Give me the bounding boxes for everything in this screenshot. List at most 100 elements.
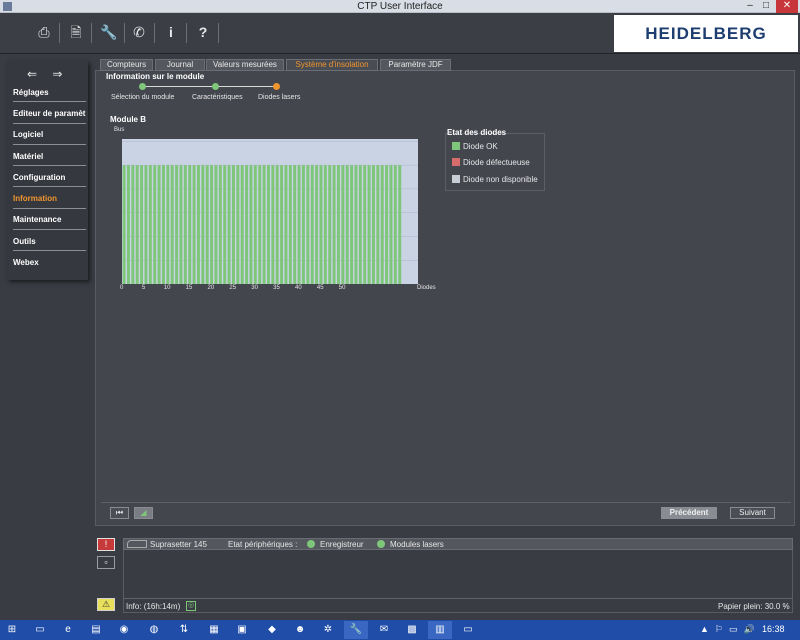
diode-bar[interactable] — [210, 165, 214, 284]
diode-bar[interactable] — [293, 165, 297, 284]
first-page-icon[interactable]: ⏮ — [110, 507, 129, 519]
diode-bar[interactable] — [148, 165, 152, 284]
step-dot-current[interactable] — [273, 83, 280, 90]
diode-bar[interactable] — [249, 165, 253, 284]
volume-icon[interactable]: 🔊 — [744, 624, 761, 634]
diode-bar[interactable] — [284, 165, 288, 284]
diode-bar[interactable] — [183, 165, 187, 284]
tab-parametre-jdf[interactable]: Paramètre JDF — [380, 59, 451, 71]
diode-bar[interactable] — [258, 165, 262, 284]
diode-bar[interactable] — [253, 165, 257, 284]
back-arrow-icon[interactable]: ⇐ — [27, 67, 37, 81]
diode-bar[interactable] — [205, 165, 209, 284]
tab-compteurs[interactable]: Compteurs — [100, 59, 153, 71]
step-label-diodes-lasers[interactable]: Diodes lasers — [258, 94, 300, 101]
step-label-caracteristiques[interactable]: Caractéristiques — [192, 94, 243, 101]
wrench-icon[interactable]: 🔧 — [98, 21, 120, 43]
windows-start-icon[interactable]: ⊞ — [0, 621, 24, 639]
tray-expand-icon[interactable]: ▲ — [700, 624, 715, 634]
network-icon[interactable]: ✲ — [316, 621, 340, 639]
diode-bar[interactable] — [371, 165, 375, 284]
warning-icon[interactable]: ⚠ — [97, 598, 115, 611]
diode-bar[interactable] — [157, 165, 161, 284]
sidebar-item-webex[interactable]: Webex — [13, 257, 86, 269]
diode-bar[interactable] — [236, 165, 240, 284]
diode-bar[interactable] — [328, 165, 332, 284]
diode-bar[interactable] — [192, 165, 196, 284]
folder-icon[interactable]: ▤ — [84, 621, 108, 639]
refresh-icon[interactable]: ◎ — [186, 601, 196, 611]
firefox-icon[interactable]: ◍ — [142, 621, 166, 639]
diode-bar[interactable] — [135, 165, 139, 284]
maximize-button[interactable]: □ — [758, 0, 774, 13]
diode-bar[interactable] — [201, 165, 205, 284]
wrench-taskbar-icon[interactable]: 🔧 — [344, 621, 368, 639]
diode-bar[interactable] — [271, 165, 275, 284]
diode-bar[interactable] — [170, 165, 174, 284]
diode-bar[interactable] — [179, 165, 183, 284]
diode-bar[interactable] — [280, 165, 284, 284]
document-ab-icon[interactable]: 🗎 — [65, 21, 87, 43]
chart-view-icon[interactable]: ◢ — [134, 507, 153, 519]
sidebar-item-editeur-parametres[interactable]: Editeur de paramètres — [13, 108, 86, 120]
phone-icon[interactable]: ✆ — [128, 21, 150, 43]
diode-bar[interactable] — [275, 165, 279, 284]
flag-icon[interactable]: ⚐ — [715, 624, 729, 634]
diode-bar[interactable] — [354, 165, 358, 284]
sidebar-item-information[interactable]: Information — [13, 193, 86, 205]
help-icon[interactable]: ? — [192, 21, 214, 43]
diode-bar[interactable] — [126, 165, 130, 284]
notepad-icon[interactable]: ▦ — [202, 621, 226, 639]
terminal-icon[interactable]: ▭ — [28, 621, 52, 639]
diode-bar[interactable] — [306, 165, 310, 284]
diode-bar[interactable] — [262, 165, 266, 284]
diode-bar[interactable] — [161, 165, 165, 284]
diode-bar[interactable] — [188, 165, 192, 284]
diode-bar[interactable] — [389, 165, 393, 284]
diode-bar[interactable] — [144, 165, 148, 284]
diode-bar[interactable] — [398, 165, 402, 284]
diode-bar[interactable] — [218, 165, 222, 284]
pdf-icon[interactable]: ◆ — [260, 621, 284, 639]
diode-bar[interactable] — [393, 165, 397, 284]
screen-icon[interactable]: ▭ — [456, 621, 480, 639]
diode-bar[interactable] — [376, 165, 380, 284]
sidebar-item-materiel[interactable]: Matériel — [13, 151, 86, 163]
diode-bar[interactable] — [223, 165, 227, 284]
diode-bar[interactable] — [315, 165, 319, 284]
app-icon-2[interactable]: ▩ — [400, 621, 424, 639]
diode-bar[interactable] — [310, 165, 314, 284]
diode-bar[interactable] — [358, 165, 362, 284]
mail-icon[interactable]: ✉ — [372, 621, 396, 639]
diode-bar[interactable] — [385, 165, 389, 284]
save-log-icon[interactable]: ▫ — [97, 556, 115, 569]
sidebar-item-maintenance[interactable]: Maintenance — [13, 214, 86, 226]
diode-bar[interactable] — [350, 165, 354, 284]
document-icon[interactable]: ▣ — [230, 621, 254, 639]
diode-bar[interactable] — [297, 165, 301, 284]
diode-bar[interactable] — [245, 165, 249, 284]
ctp-app-icon[interactable]: ▥ — [428, 621, 452, 639]
step-dot-done[interactable] — [139, 83, 146, 90]
previous-button[interactable]: Précédent — [661, 507, 717, 519]
step-dot-done[interactable] — [212, 83, 219, 90]
close-button[interactable]: ✕ — [776, 0, 798, 13]
diode-bar[interactable] — [301, 165, 305, 284]
printer-icon[interactable]: ⎙ — [33, 21, 55, 43]
sidebar-item-configuration[interactable]: Configuration — [13, 172, 86, 184]
diode-bar[interactable] — [336, 165, 340, 284]
diode-bar[interactable] — [175, 165, 179, 284]
diode-bar[interactable] — [214, 165, 218, 284]
info-icon[interactable]: i — [160, 21, 182, 43]
diode-bar[interactable] — [323, 165, 327, 284]
diode-bar[interactable] — [140, 165, 144, 284]
tab-journal[interactable]: Journal — [155, 59, 205, 71]
diode-bar[interactable] — [266, 165, 270, 284]
diode-bar[interactable] — [240, 165, 244, 284]
tab-systeme-insolation[interactable]: Système d'insolation — [286, 59, 378, 71]
forward-arrow-icon[interactable]: ⇒ — [52, 67, 62, 81]
sidebar-item-reglages[interactable]: Réglages — [13, 87, 86, 99]
tab-valeurs-mesurees[interactable]: Valeurs mesurées — [206, 59, 284, 71]
diode-bar[interactable] — [131, 165, 135, 284]
diode-bar[interactable] — [345, 165, 349, 284]
